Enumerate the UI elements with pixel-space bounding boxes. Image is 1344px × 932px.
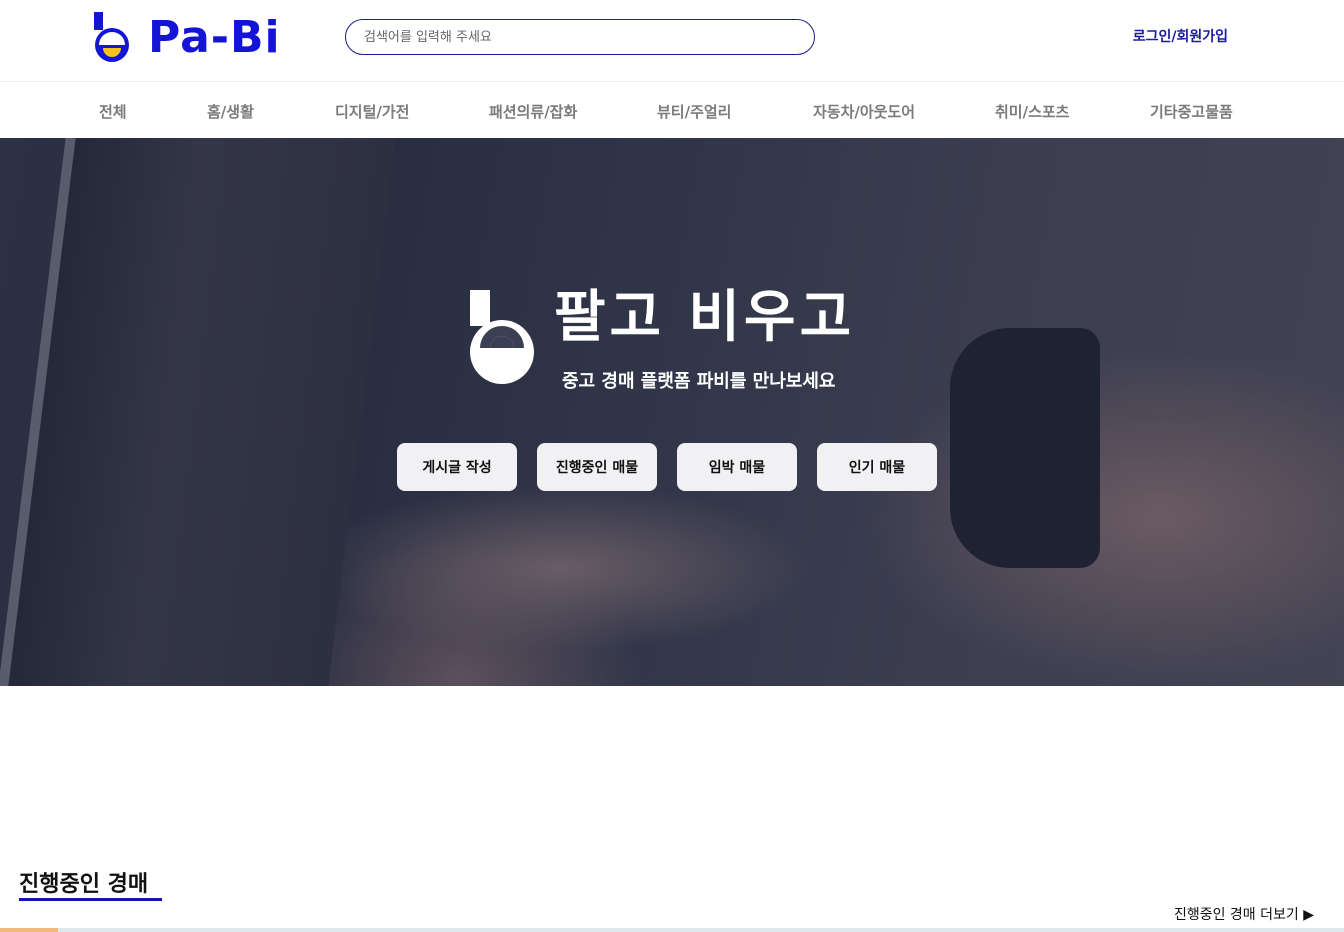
auction-card-thumbnail[interactable] bbox=[0, 928, 58, 932]
site-header: Pa-Bi 로그인/회원가입 bbox=[0, 0, 1344, 82]
more-auctions-link[interactable]: 진행중인 경매 더보기 ▶ bbox=[1174, 904, 1314, 924]
hero-title: 팔고 비우고 bbox=[554, 285, 856, 350]
category-fashion[interactable]: 패션의류/잡화 bbox=[489, 101, 577, 122]
hero-banner: 팔고 비우고 중고 경매 플랫폼 파비를 만나보세요 게시글 작성 진행중인 매… bbox=[0, 138, 1344, 686]
category-nav: 전체 홈/생활 디지털/가전 패션의류/잡화 뷰티/주얼리 자동차/아웃도어 취… bbox=[0, 82, 1344, 138]
category-hobby-sports[interactable]: 취미/스포츠 bbox=[995, 101, 1069, 122]
login-signup-link[interactable]: 로그인/회원가입 bbox=[1133, 26, 1228, 46]
popular-items-button[interactable]: 인기 매물 bbox=[817, 443, 937, 491]
hero-subtitle: 중고 경매 플랫폼 파비를 만나보세요 bbox=[562, 371, 836, 392]
category-car-outdoor[interactable]: 자동차/아웃도어 bbox=[813, 101, 915, 122]
section-title: 진행중인 경매 bbox=[19, 872, 149, 897]
ending-soon-button[interactable]: 임박 매물 bbox=[677, 443, 797, 491]
auction-cards-row bbox=[0, 928, 1344, 932]
category-etc[interactable]: 기타중고물품 bbox=[1150, 101, 1233, 122]
category-digital-appliance[interactable]: 디지털/가전 bbox=[335, 101, 409, 122]
search-box bbox=[345, 19, 815, 55]
ongoing-items-button[interactable]: 진행중인 매물 bbox=[537, 443, 657, 491]
category-home-living[interactable]: 홈/생활 bbox=[207, 101, 254, 122]
hero-button-group: 게시글 작성 진행중인 매물 임박 매물 인기 매물 bbox=[397, 443, 937, 491]
section-title-underline bbox=[19, 898, 162, 901]
logo-wordmark: Pa-Bi bbox=[148, 11, 281, 63]
pabi-logo-icon bbox=[94, 12, 129, 62]
category-all[interactable]: 전체 bbox=[99, 101, 127, 122]
site-logo[interactable]: Pa-Bi bbox=[94, 12, 281, 63]
write-post-button[interactable]: 게시글 작성 bbox=[397, 443, 517, 491]
category-beauty-jewelry[interactable]: 뷰티/주얼리 bbox=[657, 101, 731, 122]
hero-logo-icon bbox=[470, 290, 534, 384]
search-input[interactable] bbox=[346, 20, 814, 54]
hero-overlay bbox=[0, 138, 1344, 686]
